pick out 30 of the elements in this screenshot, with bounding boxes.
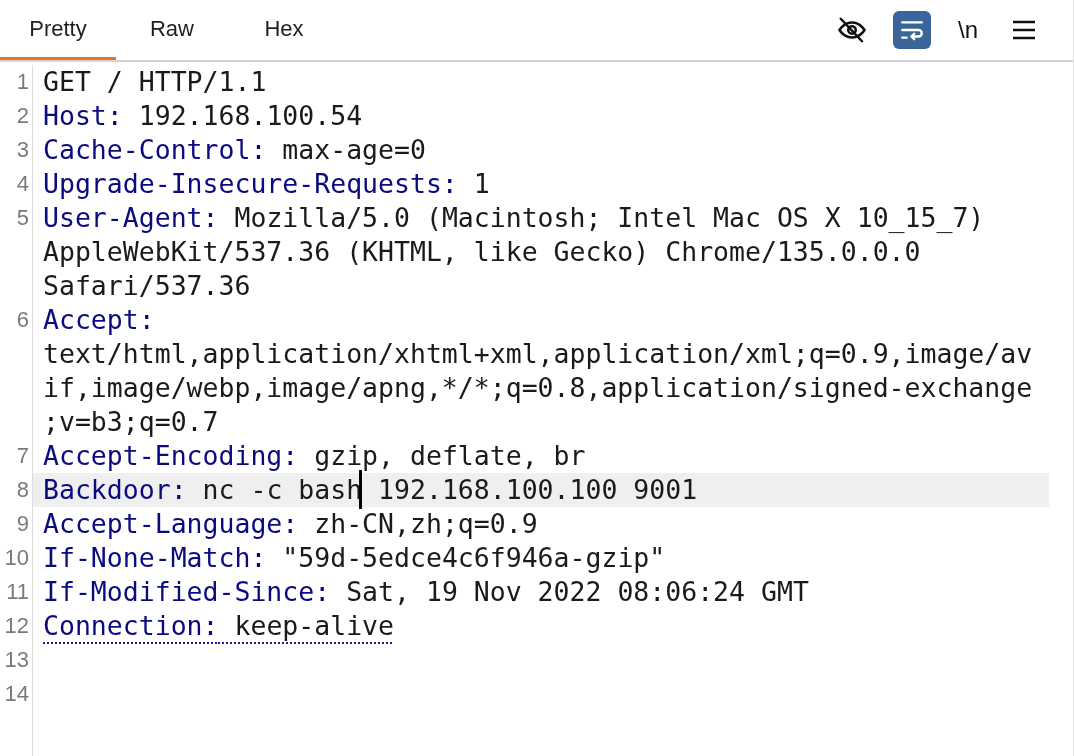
line-number: 5 xyxy=(0,201,33,303)
menu-icon xyxy=(1013,20,1035,40)
line-number: 12 xyxy=(0,609,33,643)
line-number: 4 xyxy=(0,167,33,201)
request-line: GET / HTTP/1.1 xyxy=(43,66,267,97)
tab[interactable]: Pretty xyxy=(0,0,116,60)
line-number: 11 xyxy=(0,575,33,609)
header-line: If-Modified-Since: Sat, 19 Nov 2022 08:06:24 GMT xyxy=(43,576,809,607)
header-line: Upgrade-Insecure-Requests: 1 xyxy=(43,168,490,199)
line-number: 9 xyxy=(0,507,33,541)
line-number: 10 xyxy=(0,541,33,575)
line-number: 6 xyxy=(0,303,33,439)
newline-toggle-button[interactable]: \n xyxy=(953,11,983,49)
line-number: 3 xyxy=(0,133,33,167)
line-number: 2 xyxy=(0,99,33,133)
header-line: User-Agent: Mozilla/5.0 (Macintosh; Intel Mac OS X 10_15_7) AppleWebKit/537.36 (KHTML, like Gecko) Chrome/135.0.0.0 Safari/537.36 xyxy=(43,202,985,301)
line-number: 7 xyxy=(0,439,33,473)
tab[interactable]: Raw xyxy=(116,0,228,60)
line-number: 13 xyxy=(0,643,33,677)
header-line: If-None-Match: "59d-5edce4c6f946a-gzip" xyxy=(43,542,666,573)
line-number: 1 xyxy=(0,65,33,99)
header-line: Accept-Encoding: gzip, deflate, br xyxy=(43,440,586,471)
header-line: Accept-Language: zh-CN,zh;q=0.9 xyxy=(43,508,538,539)
eye-slash-icon xyxy=(837,15,867,45)
tab[interactable]: Hex xyxy=(228,0,340,60)
header-line: Connection: keep-alive xyxy=(43,610,394,641)
header-line: Host: 192.168.100.54 xyxy=(43,100,363,131)
header-line: Cache-Control: max-age=0 xyxy=(43,134,426,165)
wrap-button[interactable] xyxy=(893,11,931,49)
line-number: 14 xyxy=(0,677,33,711)
